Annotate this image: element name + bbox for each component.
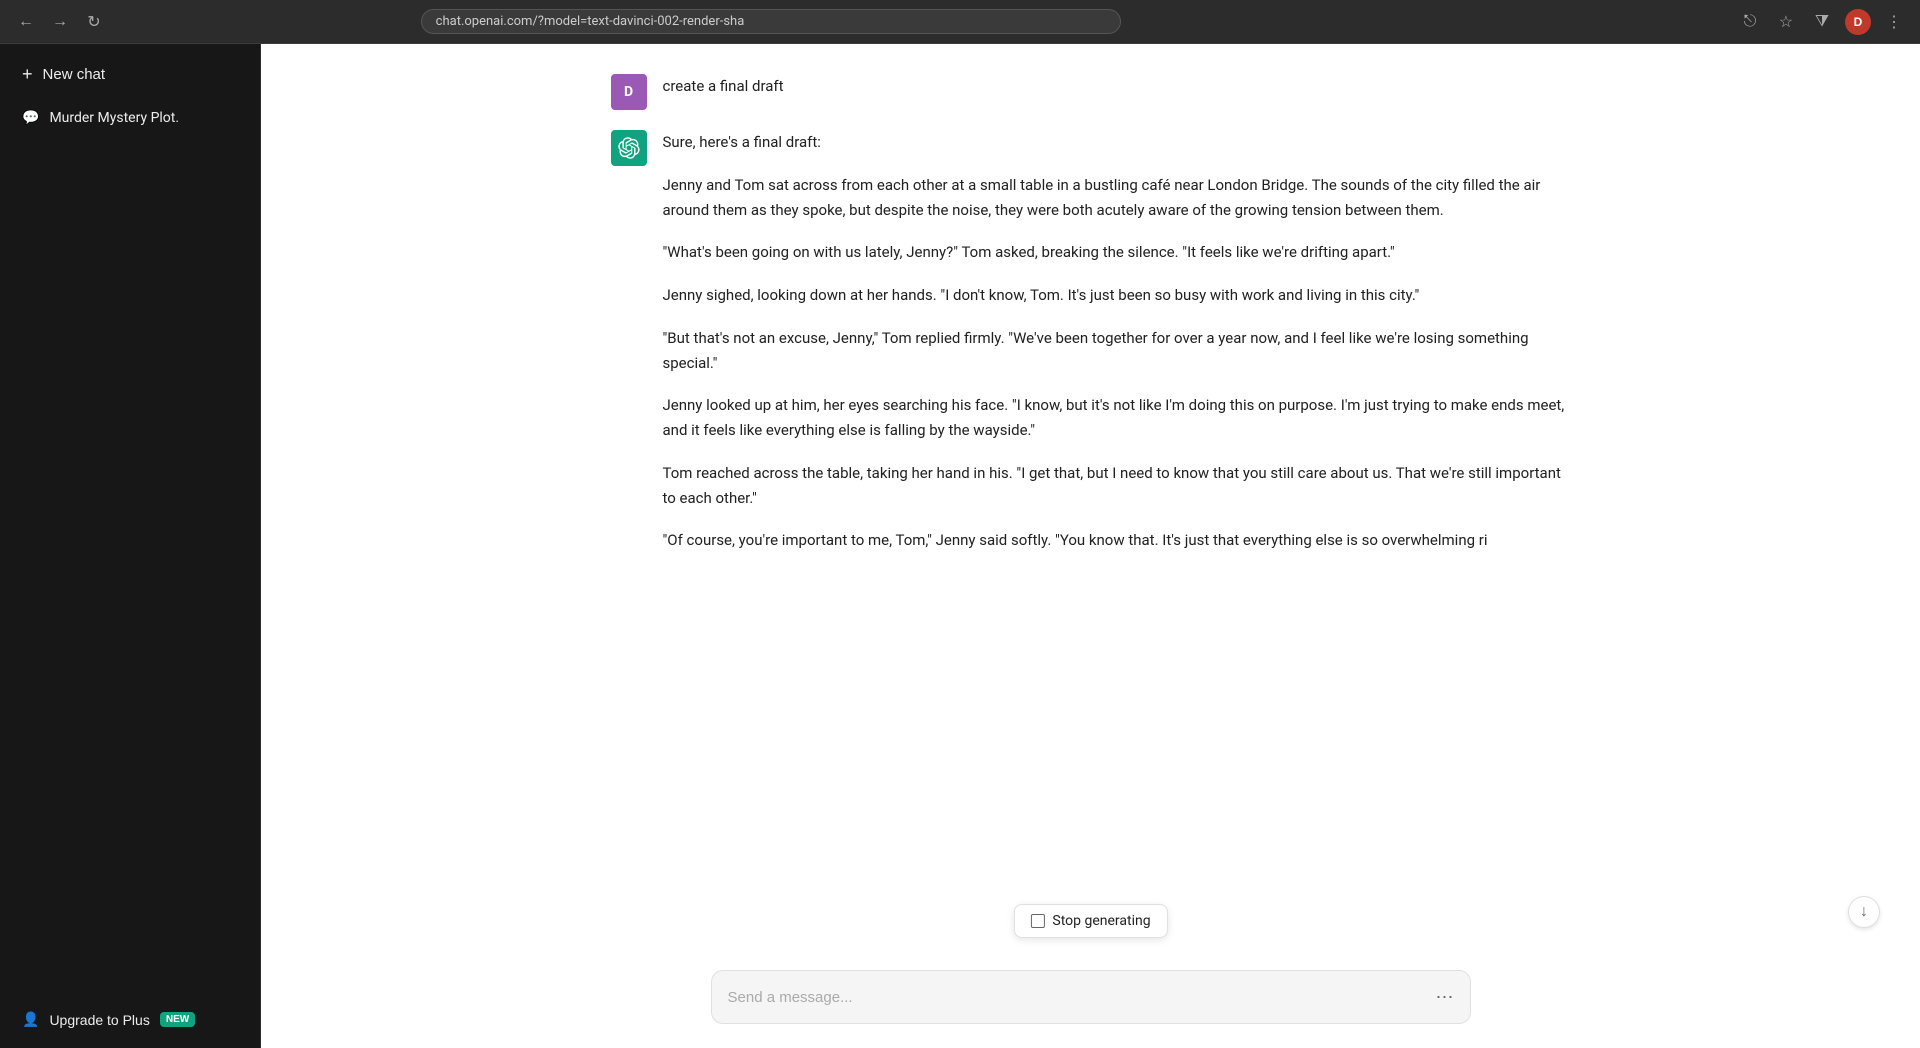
user-avatar: D bbox=[611, 74, 647, 110]
browser-menu-button[interactable]: ⋮ bbox=[1880, 8, 1908, 36]
user-message-row: D create a final draft bbox=[491, 64, 1691, 120]
ai-paragraph-6: Tom reached across the table, taking her… bbox=[663, 461, 1571, 511]
stop-checkbox-icon bbox=[1030, 914, 1044, 928]
ai-paragraph-4: "But that's not an excuse, Jenny," Tom r… bbox=[663, 326, 1571, 376]
forward-button[interactable]: → bbox=[46, 8, 74, 36]
sidebar-spacer bbox=[8, 138, 252, 999]
address-bar-text: chat.openai.com/?model=text-davinci-002-… bbox=[436, 14, 745, 29]
sidebar: + New chat 💬 Murder Mystery Plot. ✎ 🗑 👤 … bbox=[0, 44, 260, 1048]
ai-paragraph-2: "What's been going on with us lately, Je… bbox=[663, 240, 1571, 265]
ai-paragraph-1: Jenny and Tom sat across from each other… bbox=[663, 173, 1571, 223]
edit-chat-button[interactable]: ✎ bbox=[194, 107, 210, 128]
new-chat-plus-icon: + bbox=[22, 64, 33, 85]
scroll-to-bottom-button[interactable]: ↓ bbox=[1848, 896, 1880, 928]
ai-paragraph-5: Jenny looked up at him, her eyes searchi… bbox=[663, 393, 1571, 443]
upgrade-label: Upgrade to Plus bbox=[49, 1012, 149, 1028]
ai-paragraph-7: "Of course, you're important to me, Tom,… bbox=[663, 528, 1571, 553]
new-badge: NEW bbox=[160, 1012, 195, 1027]
scroll-down-icon: ↓ bbox=[1860, 903, 1868, 921]
chat-icon: 💬 bbox=[22, 110, 39, 126]
more-options-icon: ⋯ bbox=[1436, 987, 1454, 1008]
stop-generating-label: Stop generating bbox=[1052, 913, 1150, 929]
new-chat-button[interactable]: + New chat bbox=[8, 52, 252, 97]
chat-scroll-area[interactable]: D create a final draft Sure, here's a fi… bbox=[261, 44, 1920, 954]
delete-chat-button[interactable]: 🗑 bbox=[216, 107, 238, 128]
share-button[interactable]: ⎋ bbox=[1736, 8, 1764, 36]
reload-button[interactable]: ↻ bbox=[80, 8, 108, 36]
history-item-label: Murder Mystery Plot. bbox=[49, 110, 184, 126]
stop-generating-button[interactable]: Stop generating bbox=[1013, 904, 1167, 938]
extensions-button[interactable]: ⧩ bbox=[1808, 8, 1836, 36]
history-item-murder-mystery[interactable]: 💬 Murder Mystery Plot. ✎ 🗑 bbox=[8, 97, 252, 138]
user-icon: 👤 bbox=[22, 1011, 39, 1028]
app-layout: + New chat 💬 Murder Mystery Plot. ✎ 🗑 👤 … bbox=[0, 44, 1920, 1048]
input-area: ⋯ bbox=[261, 954, 1920, 1048]
input-more-button[interactable]: ⋯ bbox=[1436, 987, 1454, 1008]
message-input[interactable] bbox=[728, 985, 1426, 1009]
address-bar[interactable]: chat.openai.com/?model=text-davinci-002-… bbox=[421, 9, 1121, 34]
openai-logo-icon bbox=[618, 137, 640, 159]
browser-actions: ⎋ ☆ ⧩ D ⋮ bbox=[1736, 8, 1908, 36]
user-message-text: create a final draft bbox=[663, 74, 1571, 99]
ai-intro: Sure, here's a final draft: bbox=[663, 130, 1571, 155]
ai-message-row: Sure, here's a final draft: Jenny and To… bbox=[491, 120, 1691, 563]
ai-avatar bbox=[611, 130, 647, 166]
browser-chrome: ← → ↻ chat.openai.com/?model=text-davinc… bbox=[0, 0, 1920, 44]
browser-nav-buttons: ← → ↻ bbox=[12, 8, 108, 36]
browser-profile-avatar: D bbox=[1845, 9, 1871, 35]
user-message-content: create a final draft bbox=[663, 74, 1571, 110]
upgrade-to-plus-button[interactable]: 👤 Upgrade to Plus NEW bbox=[8, 999, 252, 1040]
new-chat-label: New chat bbox=[43, 66, 106, 83]
ai-paragraph-3: Jenny sighed, looking down at her hands.… bbox=[663, 283, 1571, 308]
input-container: ⋯ bbox=[711, 970, 1471, 1024]
main-content: D create a final draft Sure, here's a fi… bbox=[261, 44, 1920, 1048]
back-button[interactable]: ← bbox=[12, 8, 40, 36]
profile-menu-button[interactable]: D bbox=[1844, 8, 1872, 36]
star-button[interactable]: ☆ bbox=[1772, 8, 1800, 36]
ai-message-content: Sure, here's a final draft: Jenny and To… bbox=[663, 130, 1571, 553]
